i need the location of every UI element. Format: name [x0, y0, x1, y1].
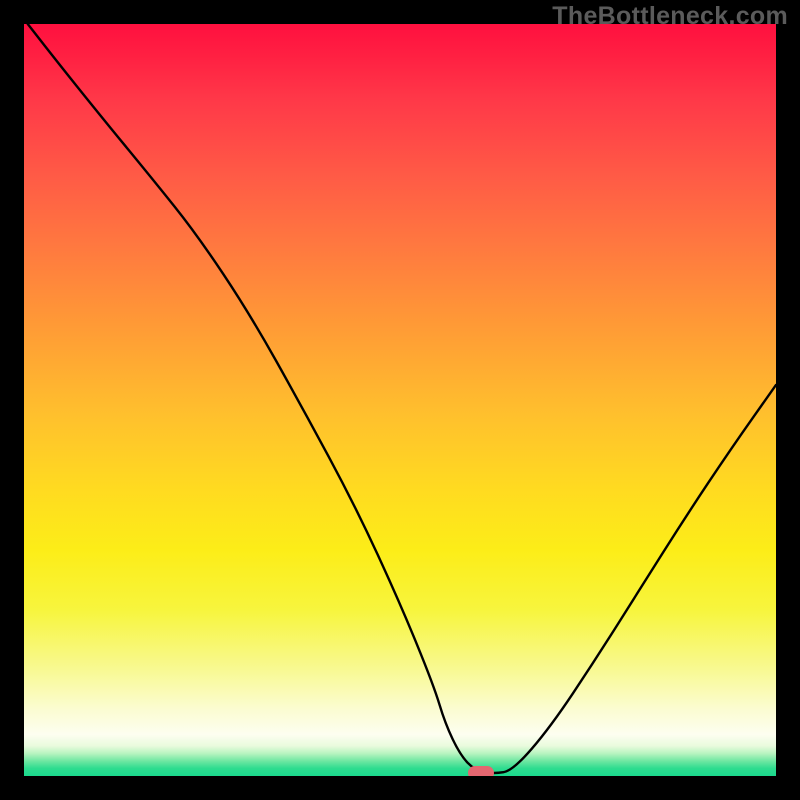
plot-area	[24, 24, 776, 776]
optimum-marker	[468, 766, 494, 776]
curve-path	[28, 24, 776, 773]
chart-frame: TheBottleneck.com	[0, 0, 800, 800]
bottleneck-curve	[24, 24, 776, 776]
